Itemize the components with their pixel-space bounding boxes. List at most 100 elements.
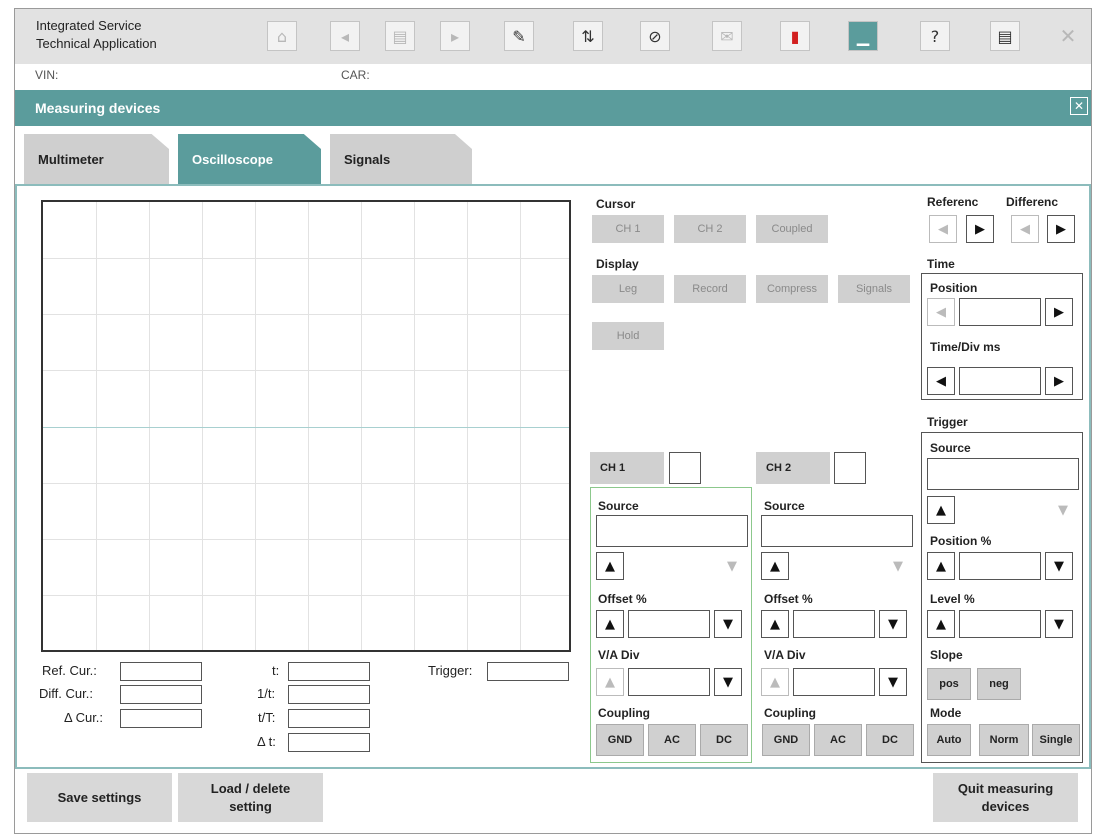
trigger-position-up[interactable]: ▲ bbox=[927, 552, 955, 580]
cursor-label: Cursor bbox=[596, 197, 636, 211]
ref-cur-label: Ref. Cur.: bbox=[42, 663, 97, 678]
trigger-slope-neg-button[interactable]: neg bbox=[977, 668, 1021, 700]
ch2-source-down[interactable]: ▼ bbox=[884, 552, 912, 580]
trigger-position-field[interactable] bbox=[959, 552, 1041, 580]
trigger-slope-label: Slope bbox=[930, 648, 963, 662]
trigger-slope-pos-button[interactable]: pos bbox=[927, 668, 971, 700]
back-icon[interactable]: ◂ bbox=[330, 21, 360, 51]
reference-right-arrow[interactable]: ▶ bbox=[966, 215, 994, 243]
trigger-source-up[interactable]: ▲ bbox=[927, 496, 955, 524]
ch2-offset-up[interactable]: ▲ bbox=[761, 610, 789, 638]
app-title: Integrated Service Technical Application bbox=[36, 17, 157, 53]
ch2-toggle[interactable]: CH 2 bbox=[756, 452, 830, 484]
trigger-source-down[interactable]: ▼ bbox=[1049, 496, 1077, 524]
ch1-vadiv-up[interactable]: ▲ bbox=[596, 668, 624, 696]
section-close-icon[interactable]: ✕ bbox=[1070, 97, 1088, 115]
trigger-source-field[interactable] bbox=[927, 458, 1079, 490]
mail-icon[interactable]: ✉ bbox=[712, 21, 742, 51]
time-position-decrease[interactable]: ◀ bbox=[927, 298, 955, 326]
delta-cur-label: Δ Cur.: bbox=[64, 710, 104, 725]
ch1-coupling-label: Coupling bbox=[598, 706, 650, 720]
cursor-ch2-button[interactable]: CH 2 bbox=[674, 215, 746, 243]
time-position-increase[interactable]: ▶ bbox=[1045, 298, 1073, 326]
ch1-offset-down[interactable]: ▼ bbox=[714, 610, 742, 638]
ch2-gnd-button[interactable]: GND bbox=[762, 724, 810, 756]
section-title: Measuring devices bbox=[35, 100, 161, 116]
ch1-source-up[interactable]: ▲ bbox=[596, 552, 624, 580]
ch1-source-down[interactable]: ▼ bbox=[718, 552, 746, 580]
trigger-level-up[interactable]: ▲ bbox=[927, 610, 955, 638]
ch2-vadiv-field[interactable] bbox=[793, 668, 875, 696]
measure-icon[interactable]: ▁ bbox=[848, 21, 878, 51]
trigger-mode-auto-button[interactable]: Auto bbox=[927, 724, 971, 756]
help-icon[interactable]: ? bbox=[920, 21, 950, 51]
display-compress-button[interactable]: Compress bbox=[756, 275, 828, 303]
home-icon[interactable]: ⌂ bbox=[267, 21, 297, 51]
ch2-vadiv-up[interactable]: ▲ bbox=[761, 668, 789, 696]
ch2-dc-button[interactable]: DC bbox=[866, 724, 914, 756]
time-label: Time bbox=[927, 257, 955, 271]
tab-oscilloscope[interactable]: Oscilloscope bbox=[178, 134, 321, 184]
tab-multimeter[interactable]: Multimeter bbox=[24, 134, 169, 184]
cursor-ch1-button[interactable]: CH 1 bbox=[592, 215, 664, 243]
ch2-offset-down[interactable]: ▼ bbox=[879, 610, 907, 638]
time-div-field[interactable] bbox=[959, 367, 1041, 395]
ch2-offset-field[interactable] bbox=[793, 610, 875, 638]
t-over-T-label: t/T: bbox=[258, 710, 276, 725]
display-leg-button[interactable]: Leg bbox=[592, 275, 664, 303]
trigger-mode-single-button[interactable]: Single bbox=[1032, 724, 1080, 756]
trigger-label: Trigger bbox=[927, 415, 968, 429]
close-icon[interactable]: ✕ bbox=[1053, 21, 1083, 51]
ch1-source-label: Source bbox=[598, 499, 639, 513]
trigger-level-down[interactable]: ▼ bbox=[1045, 610, 1073, 638]
inv-t-label: 1/t: bbox=[257, 686, 276, 701]
reference-left-arrow[interactable]: ◀ bbox=[929, 215, 957, 243]
ch2-ac-button[interactable]: AC bbox=[814, 724, 862, 756]
load-delete-setting-button[interactable]: Load / delete setting bbox=[178, 773, 323, 822]
ch1-color-box bbox=[669, 452, 701, 484]
document-icon[interactable]: ▤ bbox=[385, 21, 415, 51]
t-over-T-field bbox=[288, 709, 370, 728]
time-position-field[interactable] bbox=[959, 298, 1041, 326]
transfer-icon[interactable]: ⇅ bbox=[573, 21, 603, 51]
diagnostic-plug-icon[interactable]: ⊘ bbox=[640, 21, 670, 51]
display-label: Display bbox=[596, 257, 639, 271]
ch1-offset-up[interactable]: ▲ bbox=[596, 610, 624, 638]
tab-signals[interactable]: Signals bbox=[330, 134, 472, 184]
trigger-mode-norm-button[interactable]: Norm bbox=[979, 724, 1029, 756]
ch2-vadiv-down[interactable]: ▼ bbox=[879, 668, 907, 696]
ch1-vadiv-down[interactable]: ▼ bbox=[714, 668, 742, 696]
wrench-icon[interactable]: ✎ bbox=[504, 21, 534, 51]
ch1-vadiv-field[interactable] bbox=[628, 668, 710, 696]
reference-label: Referenc bbox=[927, 195, 979, 209]
battery-icon[interactable]: ▮ bbox=[780, 21, 810, 51]
ch2-offset-label: Offset % bbox=[764, 592, 813, 606]
ch1-vadiv-label: V/A Div bbox=[598, 648, 640, 662]
ch1-ac-button[interactable]: AC bbox=[648, 724, 696, 756]
time-div-decrease[interactable]: ◀ bbox=[927, 367, 955, 395]
ch1-gnd-button[interactable]: GND bbox=[596, 724, 644, 756]
ch1-source-field[interactable] bbox=[596, 515, 748, 547]
list-icon[interactable]: ▤ bbox=[990, 21, 1020, 51]
section-header: Measuring devices ✕ bbox=[15, 90, 1091, 126]
ch1-dc-button[interactable]: DC bbox=[700, 724, 748, 756]
ch2-vadiv-label: V/A Div bbox=[764, 648, 806, 662]
ch2-source-up[interactable]: ▲ bbox=[761, 552, 789, 580]
display-record-button[interactable]: Record bbox=[674, 275, 746, 303]
difference-left-arrow[interactable]: ◀ bbox=[1011, 215, 1039, 243]
save-settings-button[interactable]: Save settings bbox=[27, 773, 172, 822]
ch1-toggle[interactable]: CH 1 bbox=[590, 452, 664, 484]
forward-icon[interactable]: ▸ bbox=[440, 21, 470, 51]
difference-right-arrow[interactable]: ▶ bbox=[1047, 215, 1075, 243]
display-hold-button[interactable]: Hold bbox=[592, 322, 664, 350]
ch1-offset-field[interactable] bbox=[628, 610, 710, 638]
trigger-position-down[interactable]: ▼ bbox=[1045, 552, 1073, 580]
car-label: CAR: bbox=[341, 68, 370, 82]
display-signals-button[interactable]: Signals bbox=[838, 275, 910, 303]
oscilloscope-display[interactable] bbox=[41, 200, 571, 652]
trigger-level-field[interactable] bbox=[959, 610, 1041, 638]
quit-measuring-devices-button[interactable]: Quit measuring devices bbox=[933, 773, 1078, 822]
time-div-increase[interactable]: ▶ bbox=[1045, 367, 1073, 395]
cursor-coupled-button[interactable]: Coupled bbox=[756, 215, 828, 243]
ch2-source-field[interactable] bbox=[761, 515, 913, 547]
